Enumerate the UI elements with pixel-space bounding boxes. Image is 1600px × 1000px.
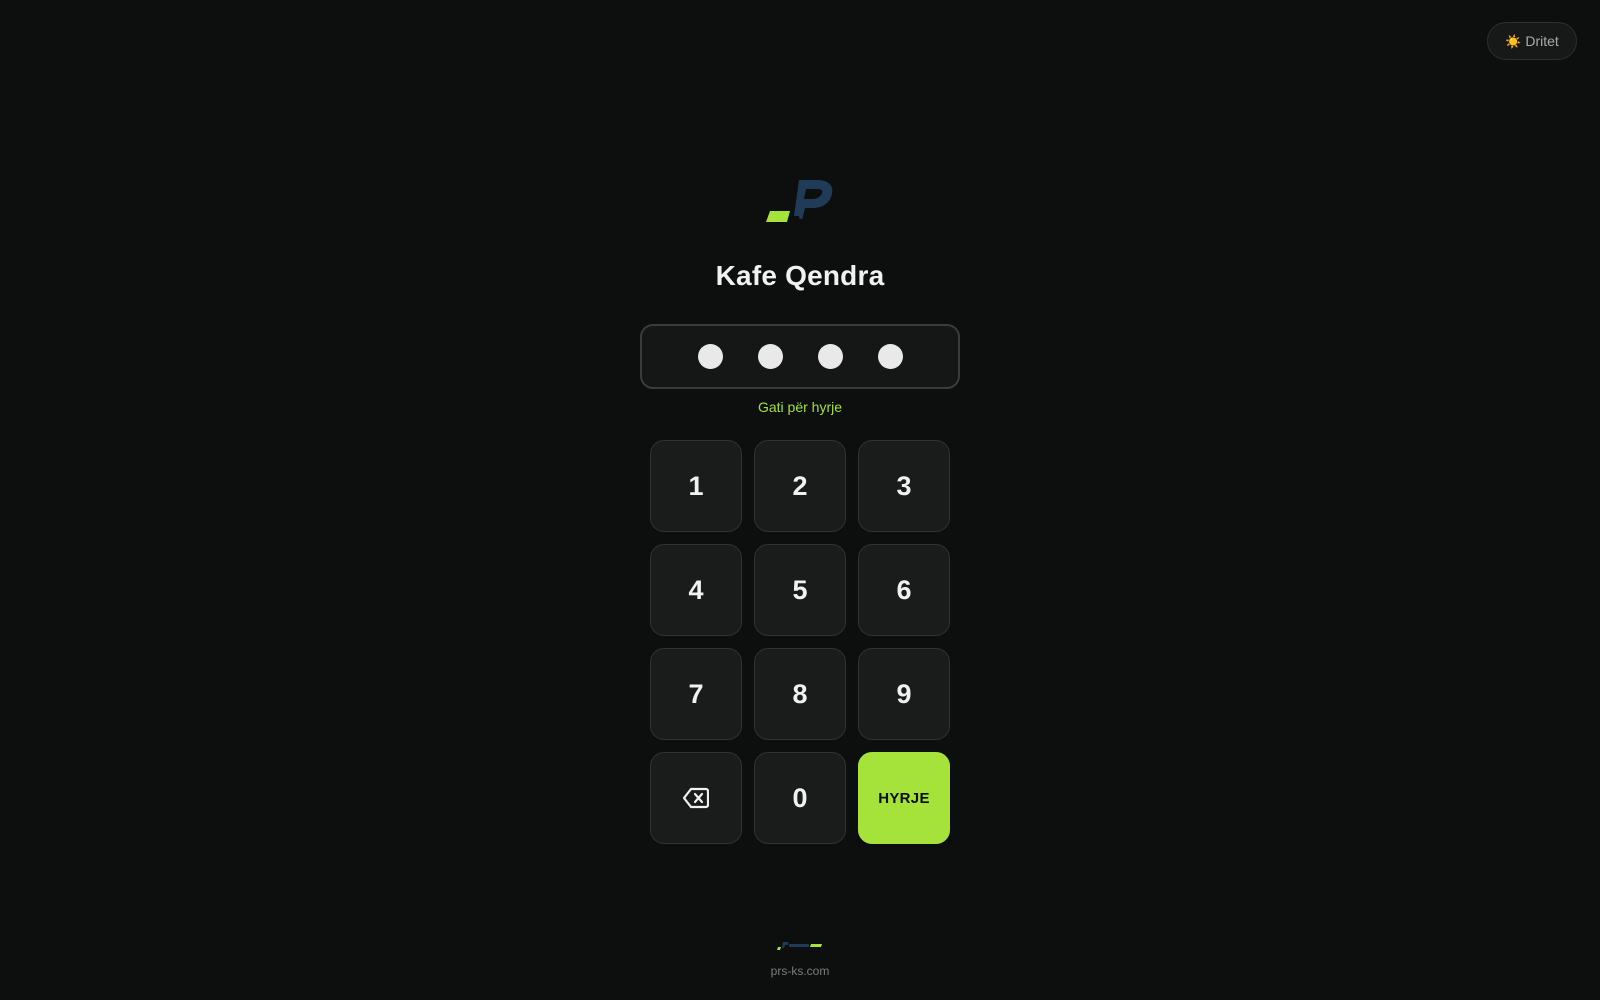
key-5[interactable]: 5 [754, 544, 846, 636]
pin-dot [757, 344, 783, 369]
footer-url[interactable]: prs-ks.com [0, 964, 1600, 978]
pin-status: Gati për hyrje [757, 399, 843, 415]
key-9[interactable]: 9 [858, 648, 950, 740]
brand-logo [766, 180, 833, 222]
venue-title: Kafe Qendra [715, 260, 885, 291]
backspace-icon [683, 787, 709, 809]
pin-dot [877, 344, 903, 369]
backspace-button[interactable] [650, 752, 742, 844]
footer-logo [777, 942, 822, 950]
pin-display [640, 324, 960, 389]
theme-toggle-label: Dritet [1525, 33, 1559, 49]
key-0[interactable]: 0 [754, 752, 846, 844]
enter-button[interactable]: HYRJE [858, 752, 950, 844]
key-4[interactable]: 4 [650, 544, 742, 636]
key-3[interactable]: 3 [858, 440, 950, 532]
key-1[interactable]: 1 [650, 440, 742, 532]
keypad: 1 2 3 4 5 6 7 8 9 0 HYRJE [650, 440, 950, 844]
logo-blue-p [794, 180, 833, 216]
pin-dot [817, 344, 843, 369]
theme-toggle-button[interactable]: ☀️ Dritet [1487, 22, 1577, 60]
pin-login-screen: ☀️ Dritet Kafe Qendra Gati për hyrje 1 2… [0, 0, 1600, 1000]
key-2[interactable]: 2 [754, 440, 846, 532]
sun-icon: ☀️ [1505, 33, 1522, 49]
logo-green-bar [766, 211, 790, 222]
key-8[interactable]: 8 [754, 648, 846, 740]
key-6[interactable]: 6 [858, 544, 950, 636]
key-7[interactable]: 7 [650, 648, 742, 740]
pin-dot [697, 344, 723, 369]
